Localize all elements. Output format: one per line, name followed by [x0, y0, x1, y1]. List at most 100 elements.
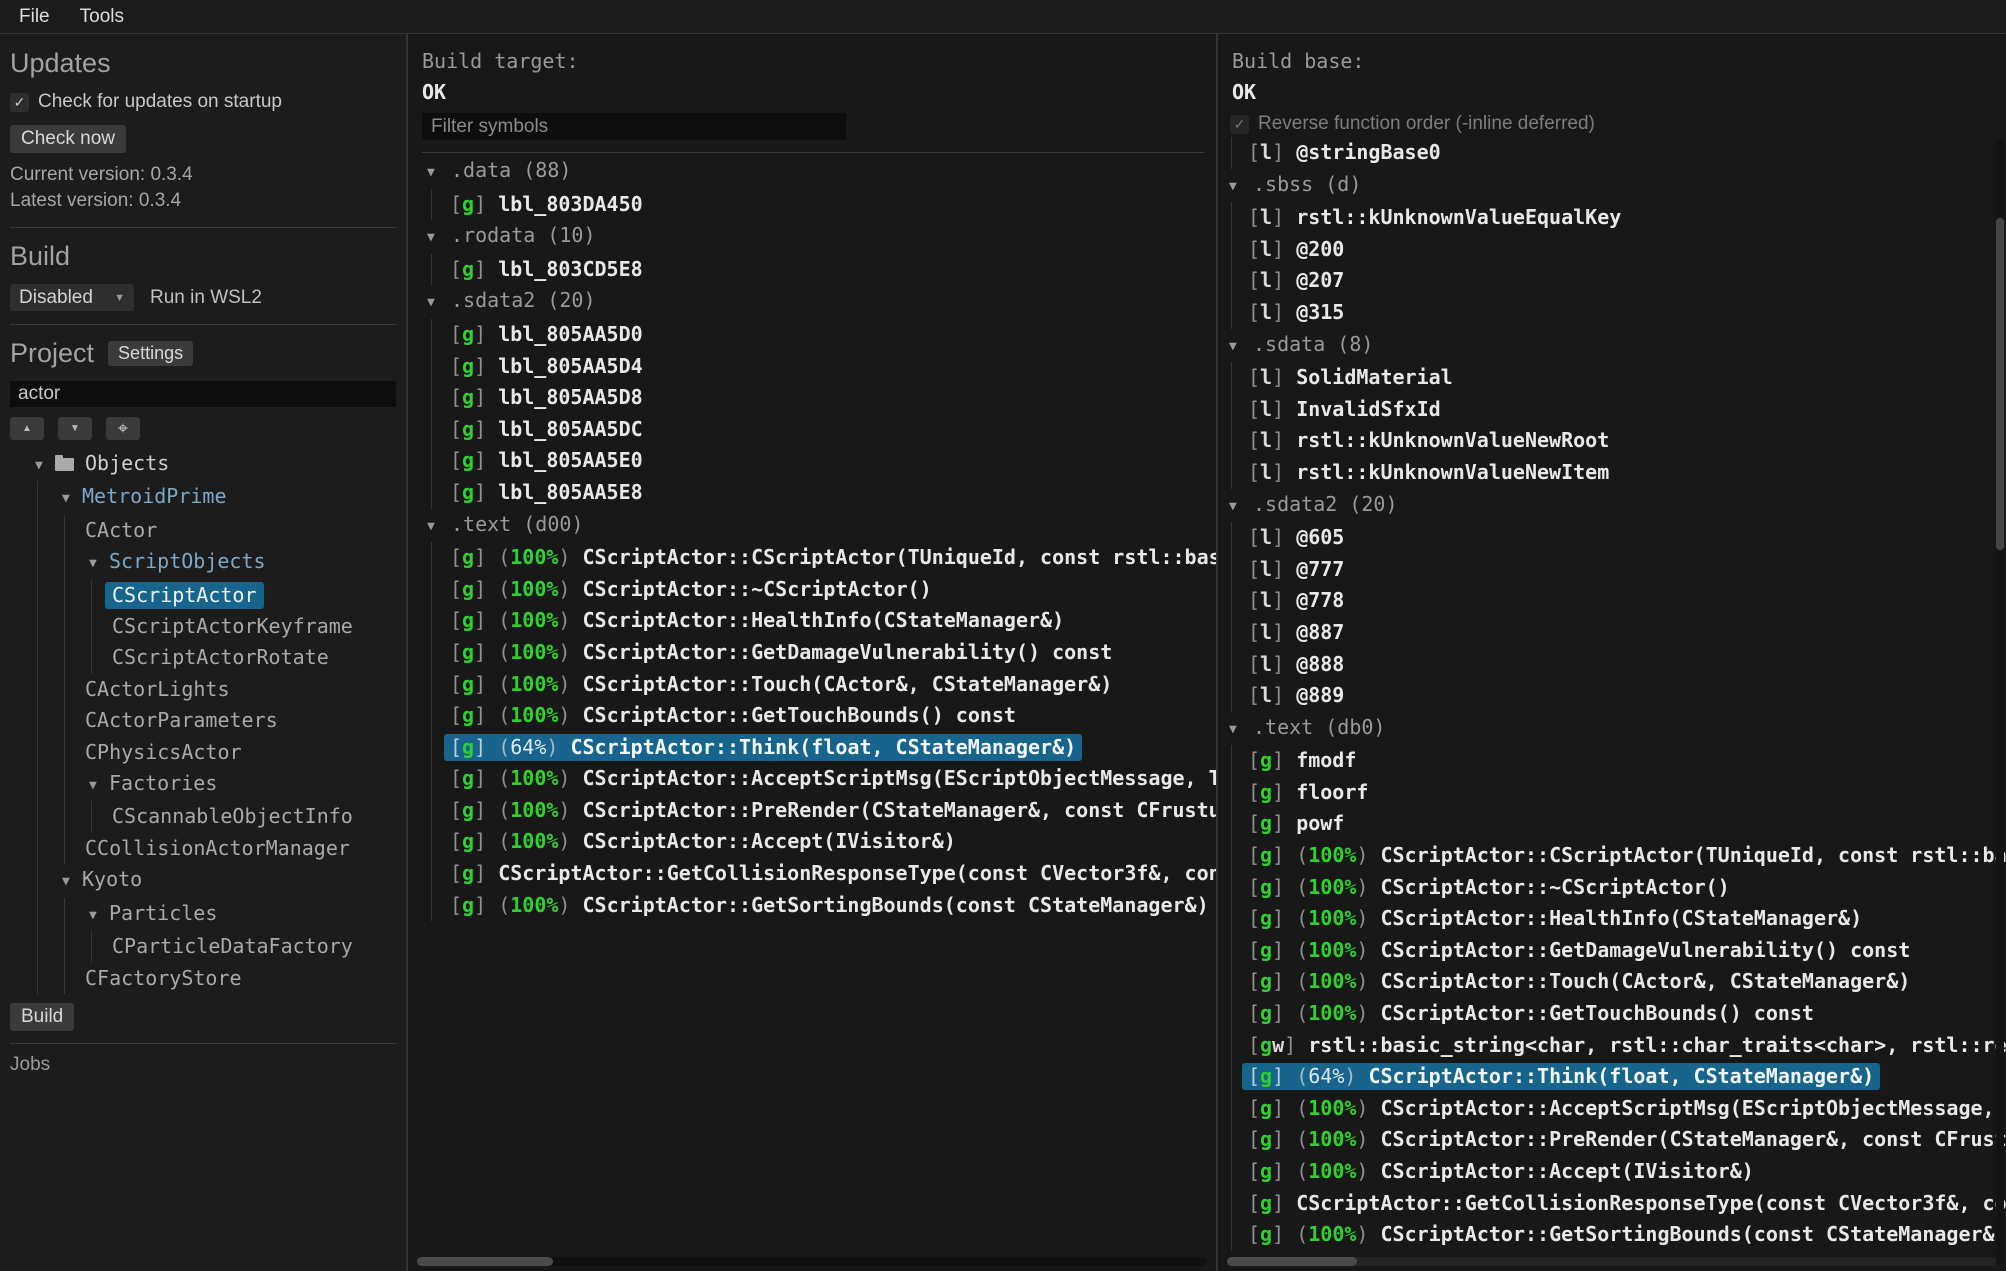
symbol-row[interactable]: [g] lbl_805AA5E0 — [432, 445, 1216, 477]
symbol-row[interactable]: [g] (100%) CScriptActor::PreRender(CStat… — [432, 795, 1216, 827]
tree-item-row[interactable]: CScriptActorRotate — [92, 642, 396, 673]
symbol-row[interactable]: [l] @778 — [1232, 585, 2006, 617]
symbol-row[interactable]: [g] (100%) CScriptActor::~CScriptActor() — [1232, 872, 2006, 904]
symbol-row[interactable]: [g] (100%) CScriptActor::HealthInfo(CSta… — [1232, 903, 2006, 935]
symbol-row[interactable]: [g] (100%) CScriptActor::CScriptActor(TU… — [1232, 840, 2006, 872]
symbol-row[interactable]: [g] (100%) CScriptActor::HealthInfo(CSta… — [432, 605, 1216, 637]
section-header[interactable]: ▼.sbss (d) — [1218, 169, 2006, 203]
section-header[interactable]: ▼.data (88) — [408, 155, 1216, 189]
symbol-row[interactable]: [g] lbl_803DA450 — [432, 189, 1216, 221]
symbol-row[interactable]: [gw] rstl::basic_string<char, rstl::char… — [1232, 1030, 2006, 1062]
symbol-row[interactable]: [l] @889 — [1232, 680, 2006, 712]
menu-item-tools[interactable]: Tools — [80, 6, 124, 28]
tree-folder-row[interactable]: ▼Particles — [65, 898, 396, 931]
section-collapse-arrow-icon[interactable]: ▼ — [427, 287, 451, 319]
symbol-row[interactable]: [l] rstl::kUnknownValueEqualKey — [1232, 202, 2006, 234]
tree-folder-row[interactable]: ▼Kyoto — [38, 864, 396, 897]
symbol-row[interactable]: [g] powf — [1232, 808, 2006, 840]
symbol-row[interactable]: [l] @stringBase0 — [1232, 137, 2006, 169]
tree-item-row[interactable]: CScriptActor — [92, 580, 396, 611]
menu-item-file[interactable]: File — [19, 6, 50, 28]
tree-expand-arrow-icon[interactable]: ▼ — [35, 450, 55, 481]
project-settings-button[interactable]: Settings — [108, 341, 193, 366]
symbol-row[interactable]: [l] @777 — [1232, 554, 2006, 586]
symbol-row[interactable]: [g] (100%) CScriptActor::GetDamageVulner… — [1232, 935, 2006, 967]
symbol-row[interactable]: [g] (100%) CScriptActor::GetDamageVulner… — [432, 637, 1216, 669]
symbol-row[interactable]: [g] (100%) CScriptActor::Touch(CActor&, … — [1232, 966, 2006, 998]
symbol-row[interactable]: [l] @888 — [1232, 649, 2006, 681]
target-horizontal-scrollbar[interactable] — [417, 1257, 1207, 1266]
symbol-row[interactable]: [g] (100%) CScriptActor::GetTouchBounds(… — [1232, 998, 2006, 1030]
section-header[interactable]: ▼.sdata2 (20) — [408, 285, 1216, 319]
symbol-row[interactable]: [g] floorf — [1232, 777, 2006, 809]
target-hscroll-thumb[interactable] — [417, 1257, 553, 1266]
symbol-row[interactable]: [l] @207 — [1232, 265, 2006, 297]
section-collapse-arrow-icon[interactable]: ▼ — [1229, 714, 1253, 746]
tree-expand-arrow-icon[interactable]: ▼ — [89, 548, 109, 579]
tree-expand-arrow-icon[interactable]: ▼ — [62, 866, 82, 897]
section-header[interactable]: ▼.text (db0) — [1218, 712, 2006, 746]
section-header[interactable]: ▼.sdata2 (20) — [1218, 489, 2006, 523]
symbol-row[interactable]: [l] rstl::kUnknownValueNewItem — [1232, 457, 2006, 489]
tree-expand-arrow-icon[interactable]: ▼ — [89, 900, 109, 931]
section-collapse-arrow-icon[interactable]: ▼ — [1229, 491, 1253, 523]
symbol-row[interactable]: [g] (100%) CScriptActor::AcceptScriptMsg… — [432, 763, 1216, 795]
tree-item-row[interactable]: CActorLights — [65, 674, 396, 705]
tree-expand-arrow-icon[interactable]: ▼ — [62, 483, 82, 514]
symbol-row[interactable]: [l] SolidMaterial — [1232, 362, 2006, 394]
symbol-row[interactable]: [g] lbl_803CD5E8 — [432, 254, 1216, 286]
filter-symbols-input[interactable] — [422, 113, 846, 140]
symbol-row[interactable]: [l] @605 — [1232, 522, 2006, 554]
symbol-row[interactable]: [g] (100%) CScriptActor::Accept(IVisitor… — [1232, 1156, 2006, 1188]
next-match-button[interactable]: ▼ — [58, 417, 92, 440]
symbol-row[interactable]: [g] (100%) CScriptActor::~CScriptActor() — [432, 574, 1216, 606]
check-updates-checkbox[interactable]: ✓ — [10, 93, 29, 112]
symbol-row[interactable]: [g] lbl_805AA5D8 — [432, 382, 1216, 414]
symbol-row[interactable]: [l] @315 — [1232, 297, 2006, 329]
symbol-row[interactable]: [g] (100%) CScriptActor::AcceptScriptMsg… — [1232, 1093, 2006, 1125]
symbol-row[interactable]: [g] lbl_805AA5D4 — [432, 351, 1216, 383]
tree-folder-row[interactable]: ▼ScriptObjects — [65, 546, 396, 579]
tree-item-row[interactable]: CPhysicsActor — [65, 737, 396, 768]
section-header[interactable]: ▼.text (d00) — [408, 509, 1216, 543]
tree-item-row[interactable]: CParticleDataFactory — [92, 931, 396, 962]
symbol-row[interactable]: [l] InvalidSfxId — [1232, 394, 2006, 426]
symbol-row[interactable]: [g] (64%) CScriptActor::Think(float, CSt… — [432, 732, 1216, 764]
symbol-row[interactable]: [g] fmodf — [1232, 745, 2006, 777]
base-horizontal-scrollbar[interactable] — [1227, 1257, 1997, 1266]
tree-item-row[interactable]: CScriptActorKeyframe — [92, 611, 396, 642]
symbol-row[interactable]: [g] lbl_805AA5DC — [432, 414, 1216, 446]
symbol-row[interactable]: [g] CScriptActor::GetCollisionResponseTy… — [1232, 1188, 2006, 1220]
symbol-row[interactable]: [g] (64%) CScriptActor::Think(float, CSt… — [1232, 1061, 2006, 1093]
section-collapse-arrow-icon[interactable]: ▼ — [1229, 331, 1253, 363]
symbol-row[interactable]: [g] (100%) CScriptActor::GetSortingBound… — [432, 890, 1216, 922]
vertical-scrollbar-thumb[interactable] — [1996, 218, 2004, 550]
tree-item-row[interactable]: CCollisionActorManager — [65, 833, 396, 864]
tree-folder-row[interactable]: ▼MetroidPrime — [38, 481, 396, 514]
section-collapse-arrow-icon[interactable]: ▼ — [427, 222, 451, 254]
window-vertical-scrollbar[interactable] — [1996, 140, 2004, 1266]
symbol-row[interactable]: [l] rstl::kUnknownValueNewRoot — [1232, 425, 2006, 457]
section-collapse-arrow-icon[interactable]: ▼ — [427, 511, 451, 543]
symbol-row[interactable]: [g] (100%) CScriptActor::GetSortingBound… — [1232, 1219, 2006, 1251]
tree-item-row[interactable]: CScannableObjectInfo — [92, 801, 396, 832]
prev-match-button[interactable]: ▲ — [10, 417, 44, 440]
section-collapse-arrow-icon[interactable]: ▼ — [427, 157, 451, 189]
symbol-row[interactable]: [g] (100%) CScriptActor::PreRender(CStat… — [1232, 1124, 2006, 1156]
section-header[interactable]: ▼.sdata (8) — [1218, 329, 2006, 363]
locate-current-button[interactable]: ⌖ — [106, 417, 140, 440]
tree-expand-arrow-icon[interactable]: ▼ — [89, 770, 109, 801]
symbol-row[interactable]: [g] lbl_805AA5D0 — [432, 319, 1216, 351]
symbol-row[interactable]: [g] (100%) CScriptActor::CScriptActor(TU… — [432, 542, 1216, 574]
symbol-row[interactable]: [l] @200 — [1232, 234, 2006, 266]
reverse-order-checkbox[interactable]: ✓ — [1230, 115, 1249, 134]
symbol-row[interactable]: [g] CScriptActor::GetCollisionResponseTy… — [432, 858, 1216, 890]
symbol-row[interactable]: [g] (100%) CScriptActor::GetTouchBounds(… — [432, 700, 1216, 732]
tree-folder-row[interactable]: ▼Objects — [10, 448, 396, 481]
tree-item-row[interactable]: CActorParameters — [65, 705, 396, 736]
project-search-input[interactable] — [10, 381, 396, 407]
symbol-row[interactable]: [g] (100%) CScriptActor::Touch(CActor&, … — [432, 669, 1216, 701]
check-now-button[interactable]: Check now — [10, 125, 126, 153]
tree-folder-row[interactable]: ▼Factories — [65, 768, 396, 801]
build-mode-select[interactable]: Disabled ▼ — [10, 284, 134, 311]
